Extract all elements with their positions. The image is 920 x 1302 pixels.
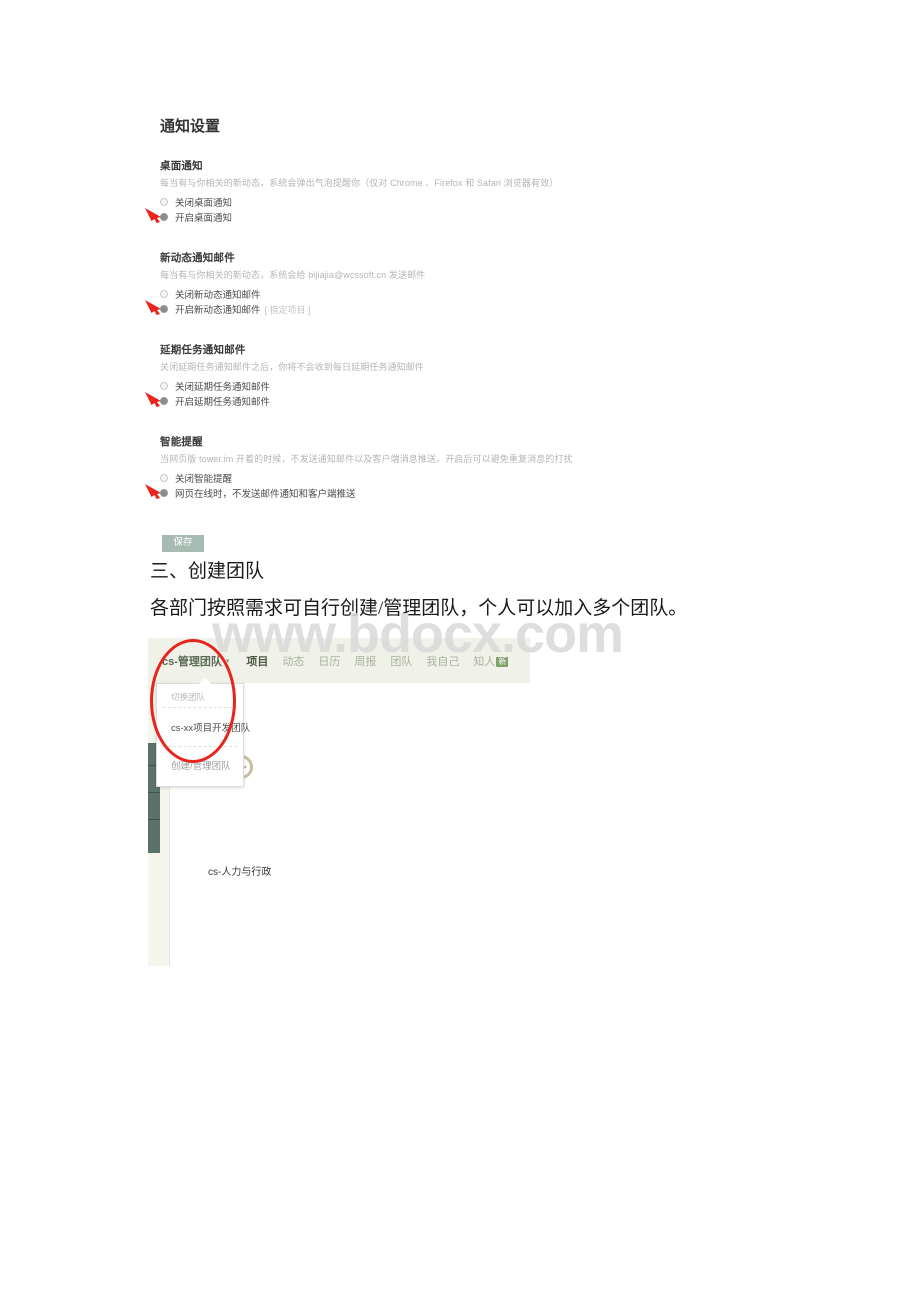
dropdown-item-team[interactable]: cs-xx项目开发团队: [163, 708, 250, 747]
page-title: 通知设置: [160, 118, 221, 135]
divider: [148, 819, 160, 820]
radio-option-row[interactable]: 关闭智能提醒: [160, 471, 660, 485]
dropdown-section-label: 切换团队: [163, 684, 237, 708]
radio-label: 关闭延期任务通知邮件: [175, 382, 271, 393]
settings-section-activity-email: 新动态通知邮件 每当有与你相关的新动态，系统会给 bijiajia@wcssof…: [145, 250, 660, 317]
radio-label: 开启桌面通知: [175, 213, 233, 224]
radio-button-off[interactable]: [160, 474, 168, 482]
settings-section-desktop-notification: 桌面通知 每当有与你相关的新动态，系统会弹出气泡提醒你（仅对 Chrome 、F…: [145, 158, 660, 225]
nav-item-weekly-report[interactable]: 周报: [354, 653, 376, 669]
team-switcher-dropdown: 切换团队 cs-xx项目开发团队 创建/管理团队: [156, 678, 250, 787]
team-switcher-button[interactable]: cs-管理团队 ▾: [162, 653, 229, 669]
section-description: 每当有与你相关的新动态，系统会给 bijiajia@wcssoft.cn 发送邮…: [160, 270, 426, 280]
section-description: 当网页版 tower.im 开着的时候，不发送通知邮件以及客户端消息推送。开启后…: [160, 454, 573, 464]
radio-button-on[interactable]: [160, 213, 168, 221]
settings-section-overdue-task-email: 延期任务通知邮件 关闭延期任务通知邮件之后，你将不会收到每日延期任务通知邮件 关…: [145, 342, 660, 409]
document-heading: 三、创建团队: [150, 561, 265, 582]
radio-option-row[interactable]: 开启延期任务通知邮件: [145, 392, 660, 408]
divider: [148, 792, 160, 793]
radio-label: 开启延期任务通知邮件: [175, 397, 271, 408]
nav-item-myself[interactable]: 我自己: [426, 653, 459, 669]
section-heading: 智能提醒: [160, 436, 203, 448]
tower-app-screenshot: cs-管理团队 ▾ 项目 动态 日历 周报 团队 我自己 知人新 cs-人力与行…: [148, 638, 530, 966]
radio-label: 关闭桌面通知: [175, 198, 233, 209]
nav-item-activity[interactable]: 动态: [282, 653, 304, 669]
nav-item-team[interactable]: 团队: [390, 653, 412, 669]
radio-label: 关闭新动态通知邮件: [175, 290, 261, 301]
radio-button-off[interactable]: [160, 290, 168, 298]
radio-label: 开启新动态通知邮件: [175, 305, 261, 316]
specify-project-link[interactable]: [ 指定项目 ]: [265, 303, 311, 316]
nav-item-calendar[interactable]: 日历: [318, 653, 340, 669]
radio-option-row[interactable]: 网页在线时，不发送邮件通知和客户端推送: [145, 484, 660, 500]
nav-item-projects[interactable]: 项目: [246, 653, 268, 669]
section-description: 每当有与你相关的新动态，系统会弹出气泡提醒你（仅对 Chrome 、Firefo…: [160, 178, 559, 188]
section-heading: 新动态通知邮件: [160, 252, 235, 264]
section-heading: 桌面通知: [160, 160, 203, 172]
nav-items: 项目 动态 日历 周报 团队 我自己 知人新: [246, 653, 522, 669]
chevron-down-icon: ▾: [225, 657, 230, 665]
team-name-label: cs-人力与行政: [208, 867, 272, 878]
radio-button-on[interactable]: [160, 305, 168, 313]
radio-label: 网页在线时，不发送邮件通知和客户端推送: [175, 489, 356, 500]
radio-option-row[interactable]: 关闭延期任务通知邮件: [160, 379, 660, 393]
dropdown-item-manage-teams[interactable]: 创建/管理团队: [163, 747, 237, 783]
new-badge: 新: [496, 656, 509, 667]
radio-option-row[interactable]: 开启桌面通知: [145, 208, 660, 224]
radio-button-off[interactable]: [160, 198, 168, 206]
document-paragraph: 各部门按照需求可自行创建/管理团队，个人可以加入多个团队。: [150, 598, 688, 619]
section-description: 关闭延期任务通知邮件之后，你将不会收到每日延期任务通知邮件: [160, 362, 424, 372]
radio-option-row[interactable]: 开启新动态通知邮件 [ 指定项目 ]: [145, 300, 660, 316]
team-switcher-label: cs-管理团队: [162, 655, 222, 668]
notification-settings-screenshot: 通知设置 桌面通知 每当有与你相关的新动态，系统会弹出气泡提醒你（仅对 Chro…: [145, 110, 668, 552]
settings-section-smart-reminder: 智能提醒 当网页版 tower.im 开着的时候，不发送通知邮件以及客户端消息推…: [145, 434, 660, 501]
radio-button-on[interactable]: [160, 489, 168, 497]
radio-option-row[interactable]: 关闭桌面通知: [160, 195, 660, 209]
radio-button-on[interactable]: [160, 397, 168, 405]
radio-button-off[interactable]: [160, 382, 168, 390]
app-navbar: cs-管理团队 ▾ 项目 动态 日历 周报 团队 我自己 知人新: [148, 638, 530, 683]
save-button[interactable]: 保存: [162, 535, 204, 552]
radio-option-row[interactable]: 关闭新动态通知邮件: [160, 287, 660, 301]
dropdown-caret-icon: [199, 678, 211, 684]
nav-item-zhiren-label: 知人: [473, 655, 496, 668]
nav-item-zhiren[interactable]: 知人新: [473, 653, 509, 669]
section-heading: 延期任务通知邮件: [160, 344, 246, 356]
radio-label: 关闭智能提醒: [175, 474, 233, 485]
